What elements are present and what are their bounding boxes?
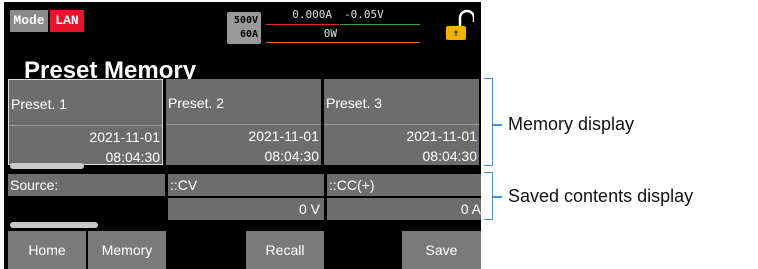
contents-scrollbar[interactable] <box>10 222 98 228</box>
memory-scrollbar[interactable] <box>10 163 84 169</box>
home-button[interactable]: Home <box>8 231 86 269</box>
preset-time: 08:04:30 <box>105 149 161 165</box>
measured-voltage: -0.05V <box>344 8 384 21</box>
source-label: Source: <box>8 174 165 196</box>
recall-button[interactable]: Recall <box>246 231 324 269</box>
preset-name: Preset. 3 <box>326 95 383 111</box>
preset-date: 2021-11-01 <box>248 128 319 144</box>
preset-card-1[interactable]: Preset. 1 2021-11-01 08:04:30 <box>8 79 163 165</box>
voltage-rating: 500V <box>233 15 258 26</box>
measured-current: 0.000A <box>292 8 332 21</box>
preset-date: 2021-11-01 <box>406 128 477 144</box>
current-rating: 60A <box>239 29 258 40</box>
card-divider <box>166 124 321 125</box>
card-divider <box>324 124 479 125</box>
memory-display-bracket <box>484 78 493 166</box>
mode-indicator[interactable]: Mode <box>10 10 48 32</box>
preset-time: 08:04:30 <box>422 148 478 164</box>
rating-box: 500V 60A <box>227 12 261 44</box>
saved-contents-tick <box>492 196 502 198</box>
voltage-underline <box>340 24 420 25</box>
measured-power: 0W <box>323 27 337 40</box>
preset-timestamp: 2021-11-01 08:04:30 <box>89 127 160 167</box>
preset-date: 2021-11-01 <box>89 129 160 145</box>
memory-display-tick <box>492 124 502 126</box>
lan-indicator: LAN <box>50 10 84 32</box>
memory-button[interactable]: Memory <box>88 231 166 269</box>
preset-card-3[interactable]: Preset. 3 2021-11-01 08:04:30 <box>324 79 479 165</box>
mode2-label: ::CC(+) <box>327 174 481 196</box>
saved-contents-label: Saved contents display <box>508 186 694 206</box>
preset-timestamp: 2021-11-01 08:04:30 <box>406 126 477 166</box>
unlocked-padlock-icon[interactable] <box>444 8 474 42</box>
preset-time: 08:04:30 <box>264 148 320 164</box>
power-underline <box>266 42 420 43</box>
preset-name: Preset. 1 <box>11 96 68 112</box>
current-underline <box>266 24 339 25</box>
preset-card-2[interactable]: Preset. 2 2021-11-01 08:04:30 <box>166 79 321 165</box>
memory-display-label: Memory display <box>508 114 635 134</box>
save-button[interactable]: Save <box>402 231 481 269</box>
mode1-label: ::CV <box>168 174 324 196</box>
value2-field: 0 A <box>327 198 481 220</box>
preset-timestamp: 2021-11-01 08:04:30 <box>248 126 319 166</box>
device-screen: Mode LAN 500V 60A 0.000A -0.05V 0W Prese… <box>4 2 481 269</box>
value1-field: 0 V <box>168 198 324 220</box>
preset-name: Preset. 2 <box>168 95 225 111</box>
card-divider <box>9 125 162 126</box>
